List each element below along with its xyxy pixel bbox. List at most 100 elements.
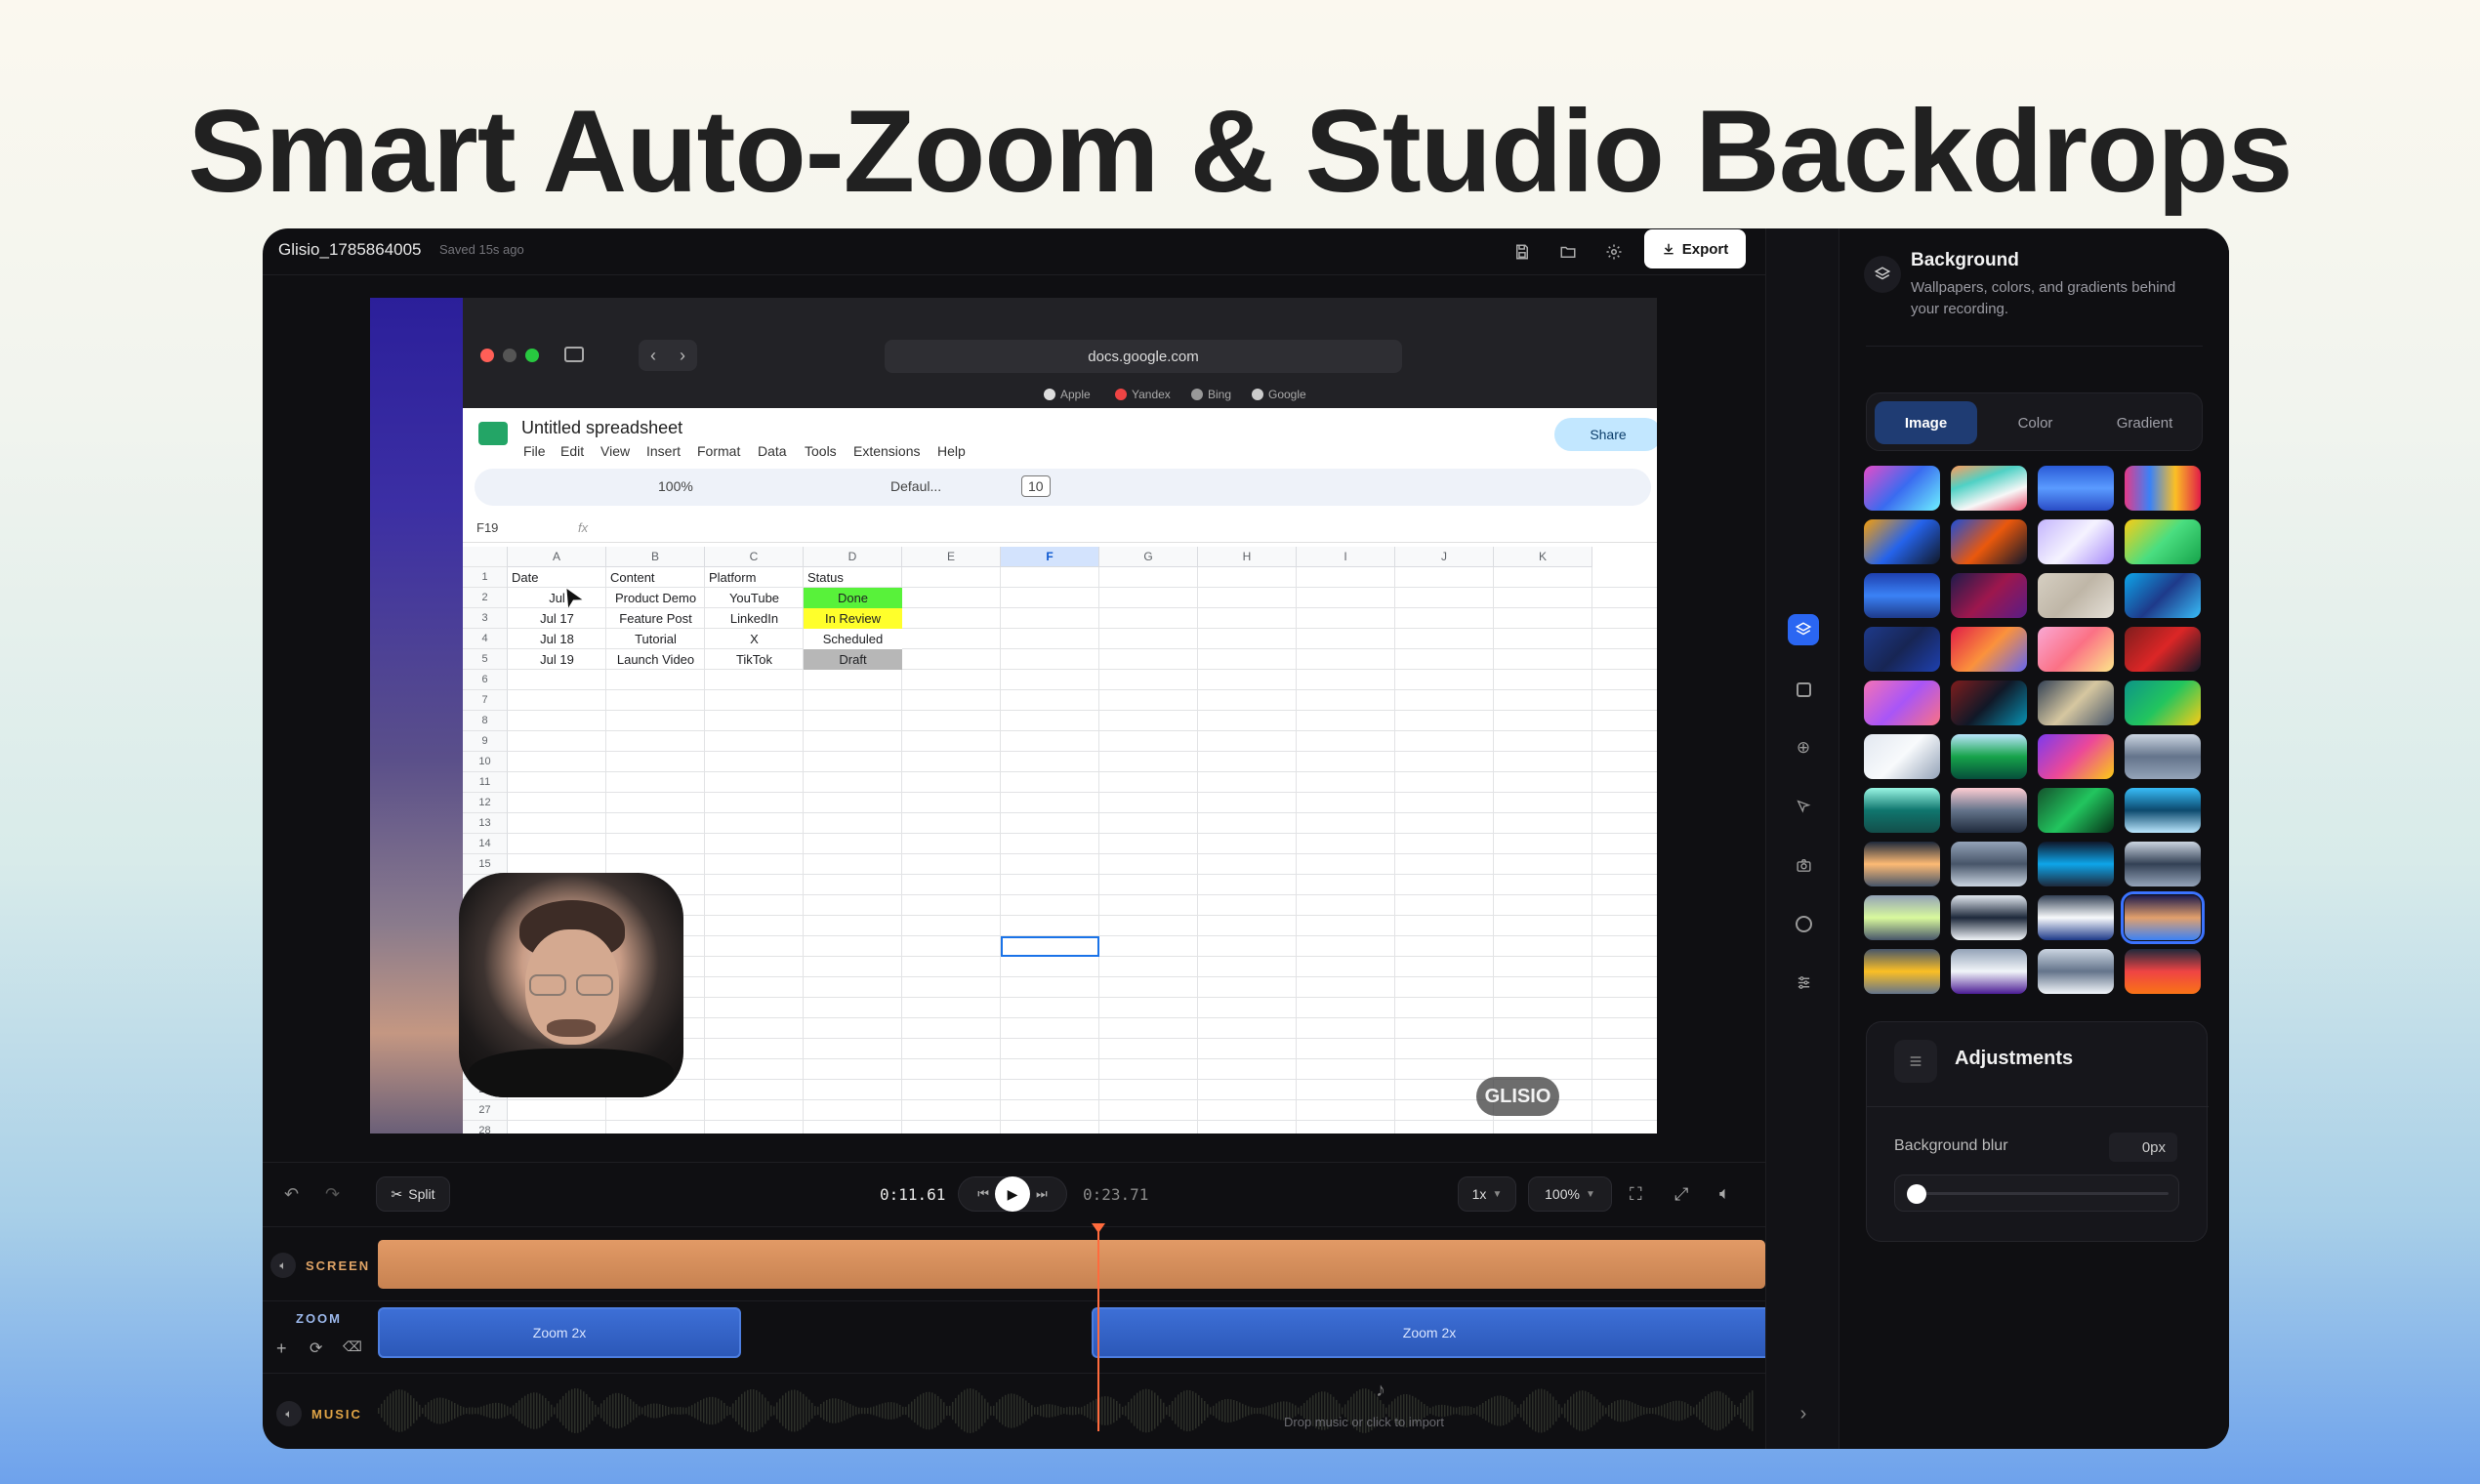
wallpaper-thumb[interactable] bbox=[2125, 788, 2201, 833]
selected-cell[interactable] bbox=[1001, 936, 1099, 957]
menu-file[interactable]: File bbox=[523, 443, 546, 459]
wallpaper-thumb[interactable] bbox=[2125, 466, 2201, 511]
wallpaper-thumb[interactable] bbox=[1864, 573, 1940, 618]
menu-view[interactable]: View bbox=[600, 443, 630, 459]
gear-icon[interactable] bbox=[1602, 240, 1626, 264]
wallpaper-thumb[interactable] bbox=[2125, 842, 2201, 886]
status-cell[interactable]: Scheduled bbox=[804, 629, 902, 649]
preview-stage[interactable]: ‹ › docs.google.com Apple Yandex Bing Goo… bbox=[370, 298, 1657, 1134]
wallpaper-thumb[interactable] bbox=[2125, 519, 2201, 564]
wallpaper-thumb[interactable] bbox=[1951, 466, 2027, 511]
row-header[interactable]: 15 bbox=[463, 854, 508, 875]
row-header[interactable]: 6 bbox=[463, 670, 508, 690]
wallpaper-thumb[interactable] bbox=[2038, 519, 2114, 564]
content-cell[interactable]: Tutorial bbox=[606, 629, 705, 649]
close-dot[interactable] bbox=[480, 349, 494, 362]
split-button[interactable]: ✂ Split bbox=[376, 1176, 450, 1212]
webcam-overlay[interactable] bbox=[459, 873, 683, 1097]
wallpaper-thumb-selected[interactable] bbox=[2121, 891, 2205, 944]
corner-cell[interactable] bbox=[463, 547, 508, 567]
row-header[interactable]: 2 bbox=[463, 588, 508, 608]
row-header[interactable]: 28 bbox=[463, 1121, 508, 1134]
wallpaper-thumb[interactable] bbox=[2125, 680, 2201, 725]
wallpaper-thumb[interactable] bbox=[1864, 466, 1940, 511]
music-volume-icon[interactable]: 🔈︎ bbox=[276, 1401, 302, 1426]
platform-cell[interactable]: LinkedIn bbox=[705, 608, 804, 629]
wallpaper-thumb[interactable] bbox=[1951, 627, 2027, 672]
wallpaper-thumb[interactable] bbox=[1951, 734, 2027, 779]
favorite-yandex[interactable]: Yandex bbox=[1115, 388, 1171, 401]
wallpaper-thumb[interactable] bbox=[2038, 734, 2114, 779]
volume-icon[interactable]: 🔈︎ bbox=[1719, 1183, 1730, 1204]
column-header[interactable]: B bbox=[606, 547, 705, 567]
wallpaper-thumb[interactable] bbox=[2038, 788, 2114, 833]
chevron-right-icon[interactable]: › bbox=[1788, 1398, 1819, 1429]
music-drop-hint[interactable]: Drop music or click to import bbox=[1284, 1415, 1444, 1429]
skip-forward-icon[interactable]: ⏭ bbox=[1036, 1186, 1048, 1202]
wallpaper-thumb[interactable] bbox=[2038, 842, 2114, 886]
blur-value[interactable]: 0px bbox=[2109, 1133, 2177, 1162]
row-header[interactable]: 14 bbox=[463, 834, 508, 854]
header-cell[interactable]: Content bbox=[606, 567, 705, 588]
row-header[interactable]: 13 bbox=[463, 813, 508, 834]
wallpaper-thumb[interactable] bbox=[1864, 680, 1940, 725]
wallpaper-thumb[interactable] bbox=[1864, 734, 1940, 779]
tab-gradient[interactable]: Gradient bbox=[2093, 401, 2196, 444]
menu-insert[interactable]: Insert bbox=[646, 443, 681, 459]
nav-buttons[interactable]: ‹ › bbox=[639, 340, 697, 371]
wallpaper-thumb[interactable] bbox=[1864, 842, 1940, 886]
column-header[interactable]: I bbox=[1297, 547, 1395, 567]
zoom-select[interactable]: 100% ▼ bbox=[1528, 1176, 1612, 1212]
wallpaper-thumb[interactable] bbox=[1951, 788, 2027, 833]
wallpaper-thumb[interactable] bbox=[2038, 627, 2114, 672]
row-header[interactable]: 10 bbox=[463, 752, 508, 772]
wallpaper-thumb[interactable] bbox=[2038, 466, 2114, 511]
square-icon[interactable] bbox=[1788, 674, 1819, 705]
wallpaper-thumb[interactable] bbox=[1951, 680, 2027, 725]
zoom-select[interactable]: 100% bbox=[658, 478, 693, 494]
fit-screen-icon[interactable]: ⛶ bbox=[1630, 1184, 1642, 1205]
wallpaper-thumb[interactable] bbox=[1864, 949, 1940, 994]
row-header[interactable]: 27 bbox=[463, 1100, 508, 1121]
cursor-icon[interactable] bbox=[1788, 791, 1819, 822]
wallpaper-thumb[interactable] bbox=[2125, 627, 2201, 672]
back-icon[interactable]: ‹ bbox=[650, 346, 656, 366]
wallpaper-thumb[interactable] bbox=[2125, 949, 2201, 994]
row-header[interactable]: 7 bbox=[463, 690, 508, 711]
row-header[interactable]: 1 bbox=[463, 567, 508, 588]
status-cell[interactable]: Done bbox=[804, 588, 902, 608]
menu-help[interactable]: Help bbox=[937, 443, 966, 459]
column-header[interactable]: H bbox=[1198, 547, 1297, 567]
layers-icon[interactable] bbox=[1788, 614, 1819, 645]
date-cell[interactable]: Jul 17 bbox=[508, 608, 606, 629]
play-icon[interactable]: ▶ bbox=[995, 1176, 1030, 1212]
menu-tools[interactable]: Tools bbox=[805, 443, 837, 459]
folder-icon[interactable] bbox=[1556, 240, 1580, 264]
menu-data[interactable]: Data bbox=[758, 443, 787, 459]
url-bar[interactable]: docs.google.com bbox=[885, 340, 1402, 373]
wallpaper-thumb[interactable] bbox=[1951, 519, 2027, 564]
header-cell[interactable]: Status bbox=[804, 567, 902, 588]
wallpaper-thumb[interactable] bbox=[2038, 895, 2114, 940]
row-header[interactable]: 3 bbox=[463, 608, 508, 629]
favorite-google[interactable]: Google bbox=[1252, 388, 1306, 401]
share-button[interactable]: Share bbox=[1554, 418, 1657, 451]
wallpaper-thumb[interactable] bbox=[1951, 842, 2027, 886]
platform-cell[interactable]: YouTube bbox=[705, 588, 804, 608]
row-header[interactable]: 5 bbox=[463, 649, 508, 670]
zoom-clip[interactable]: Zoom 2x bbox=[378, 1307, 741, 1358]
status-cell[interactable]: In Review bbox=[804, 608, 902, 629]
column-header[interactable]: G bbox=[1099, 547, 1198, 567]
redo-icon[interactable]: ↷ bbox=[325, 1184, 340, 1205]
platform-cell[interactable]: TikTok bbox=[705, 649, 804, 670]
column-header[interactable]: K bbox=[1494, 547, 1592, 567]
menu-extensions[interactable]: Extensions bbox=[853, 443, 920, 459]
row-header[interactable]: 4 bbox=[463, 629, 508, 649]
wallpaper-thumb[interactable] bbox=[1864, 627, 1940, 672]
wallpaper-thumb[interactable] bbox=[1951, 573, 2027, 618]
doc-title[interactable]: Untitled spreadsheet bbox=[521, 418, 682, 438]
music-waveform[interactable] bbox=[378, 1383, 1765, 1438]
sidebar-toggle-icon[interactable] bbox=[564, 347, 584, 362]
date-cell[interactable]: Jul 18 bbox=[508, 629, 606, 649]
tab-image[interactable]: Image bbox=[1875, 401, 1977, 444]
